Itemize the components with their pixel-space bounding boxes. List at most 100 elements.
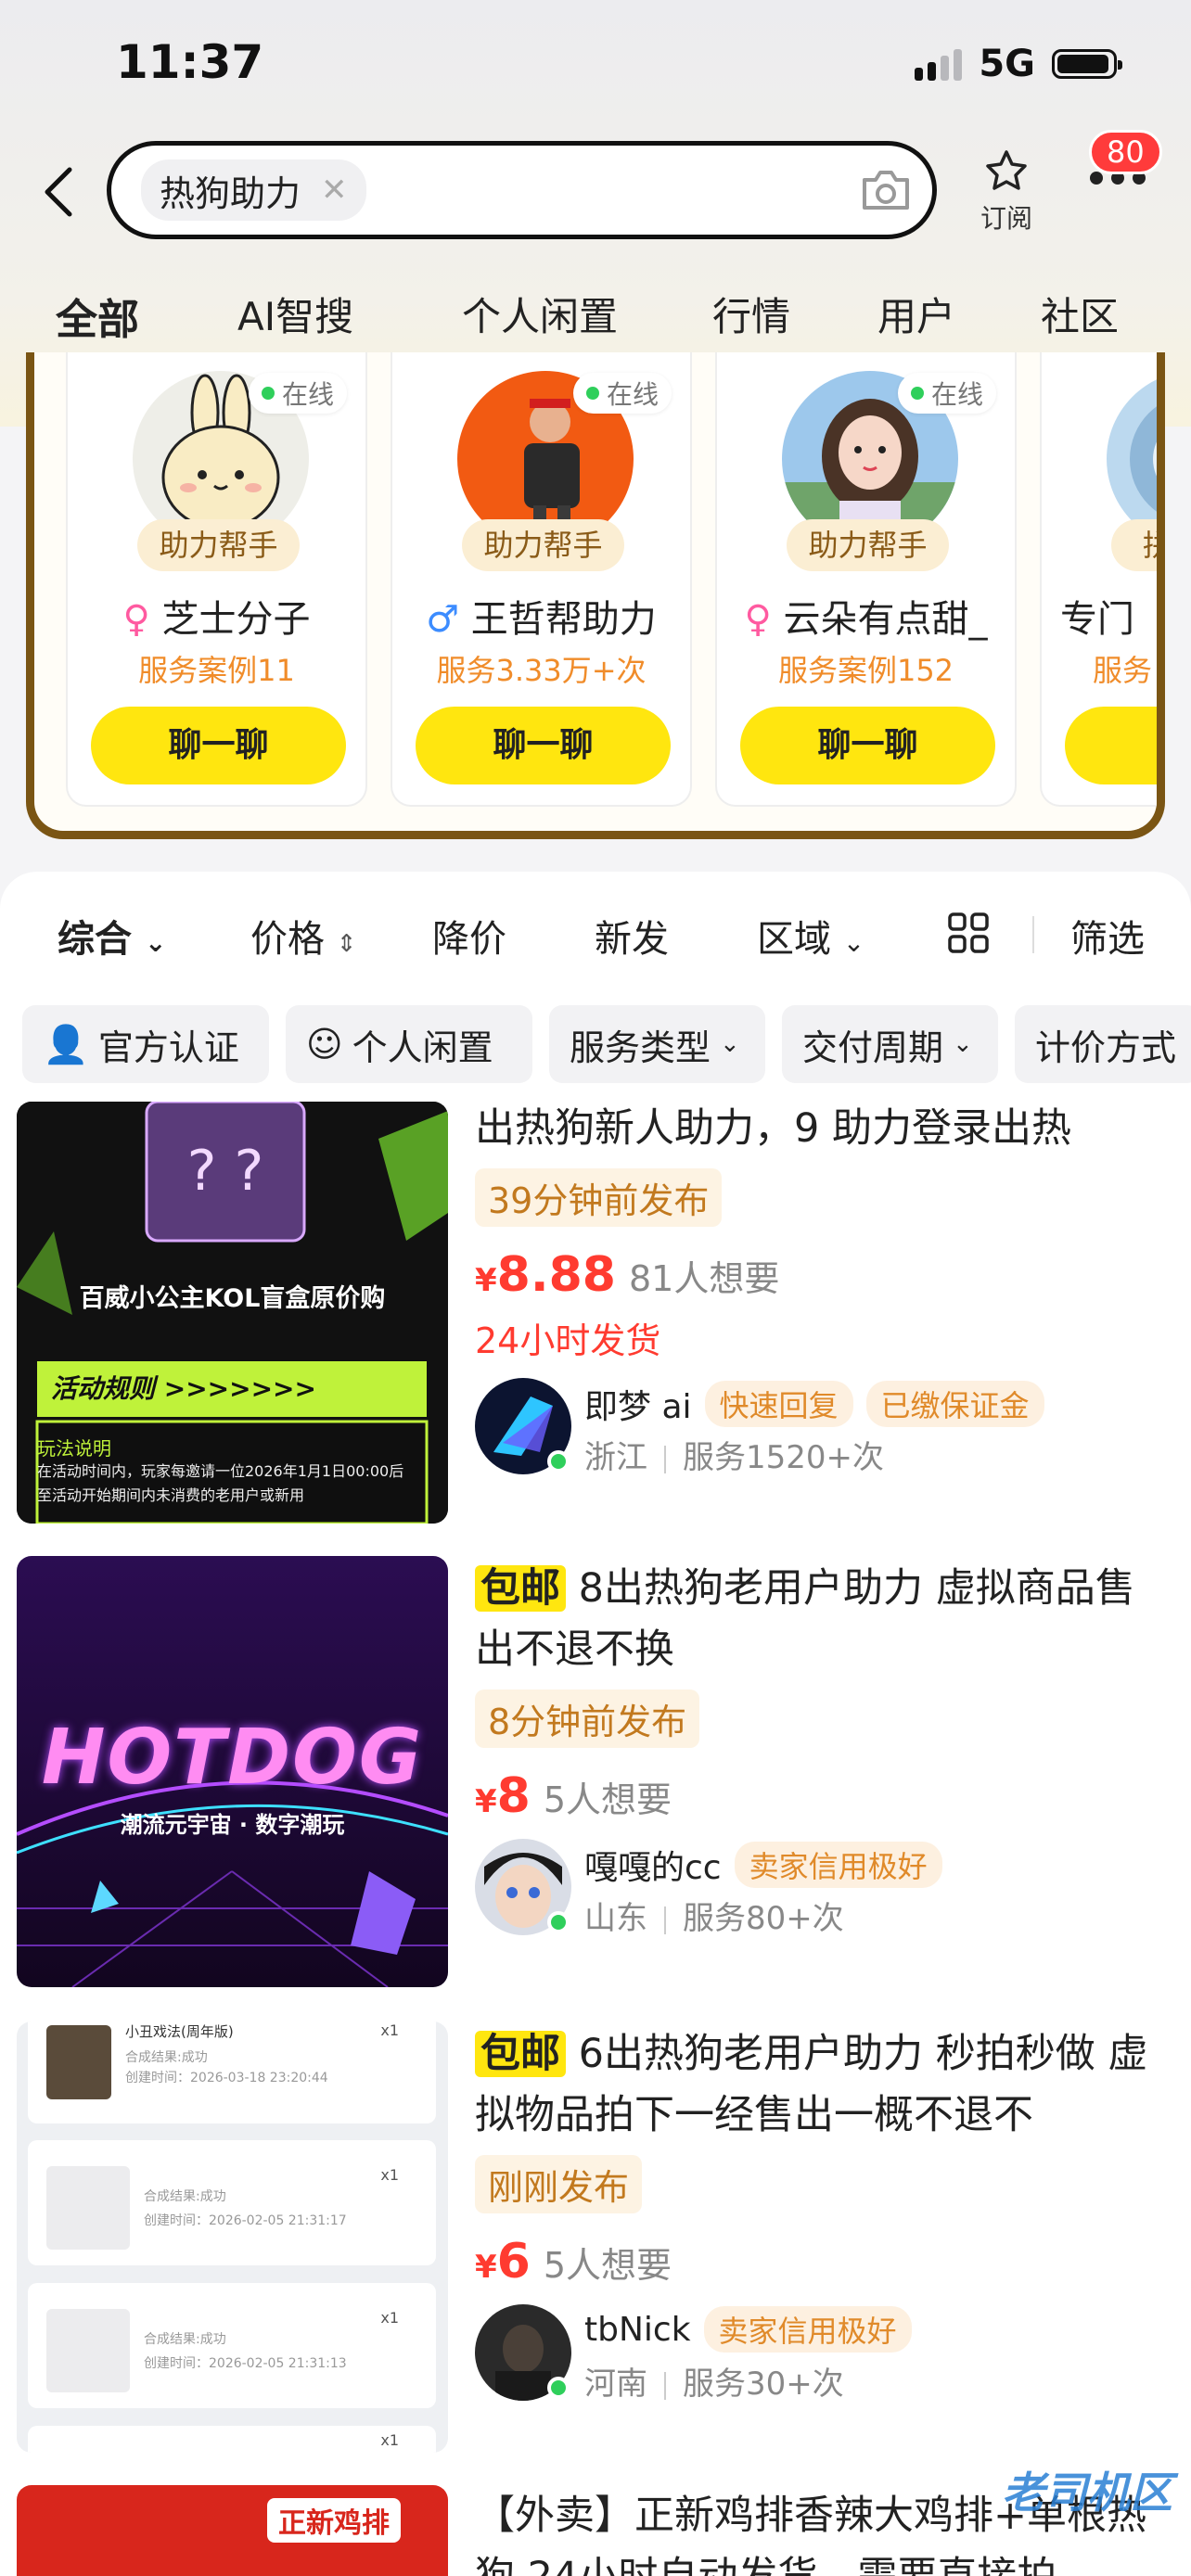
search-box[interactable]: 热狗助力 ✕ [107,141,937,239]
item-info: 出热狗新人助力，9 助力登录出热 39分钟前发布 ¥8.88 81人想要 24小… [475,1102,1171,1480]
sort-price-drop[interactable]: 降价 [432,909,506,963]
filter-pricing-method[interactable]: 计价方式 [1015,1005,1191,1083]
seller-meta: 浙江 服务1520+次 [584,1439,885,1476]
seller-name: 嘎嘎的cc 卖家信用极好 [584,1841,942,1889]
chat-button[interactable]: 聊 [1065,707,1157,784]
search-query-chip[interactable]: 热狗助力 ✕ [141,159,366,221]
online-dot [547,2377,570,2399]
price-row: ¥6 5人想要 [475,2234,1171,2289]
sort-region[interactable]: 区域 ⌄ [757,909,864,963]
divider [1032,916,1034,953]
thumbnail-desc: 玩法说明 [37,1437,111,1460]
helper-card[interactable]: 拼 专门 服务 聊 [1040,352,1157,807]
item-info: 包邮 6出热狗老用户助力 秒拍秒做 虚拟物品拍下一经售出一概不退不 刚刚发布 ¥… [475,2023,1171,2406]
seller-meta: 山东 服务80+次 [584,1900,844,1937]
seller-row[interactable]: 嘎嘎的cc 卖家信用极好 山东 服务80+次 [475,1839,1171,1941]
ghost-icon: ☺ [306,1024,343,1065]
chat-button[interactable]: 聊一聊 [740,707,995,784]
thumbnail-caption: 百威小公主KOL盲盒原价购 [79,1284,386,1313]
seller-tag: 已缴保证金 [865,1381,1044,1427]
seller-row[interactable]: 即梦 ai 快速回复 已缴保证金 浙江 服务1520+次 [475,1378,1171,1480]
price-row: ¥8 5人想要 [475,1768,1171,1824]
subscribe-label: 订阅 [980,203,1032,234]
online-status: 在线 [249,373,348,414]
price: ¥8.88 [475,1247,616,1303]
chevron-left-icon [45,167,72,217]
thumbnail-small: 在活动时间内，玩家每邀请一位2026年1月1日00:00后至活动开始期间内未消费… [37,1462,404,1504]
tab-all[interactable]: 全部 [56,286,140,346]
thumb-row: 小丑戏法(周年版) 合成结果:成功 创建时间：2026-03-18 23:20:… [28,2021,436,2123]
filter-delivery-period[interactable]: 交付周期 ⌄ [782,1005,998,1083]
online-status: 在线 [573,373,672,414]
publish-time: 8分钟前发布 [475,1690,700,1748]
helper-card[interactable]: 在线 助力帮手 ♀ 云朵有点甜_ 服务案例152 聊一聊 [715,352,1017,807]
camera-icon[interactable] [858,162,914,218]
clear-query-icon[interactable]: ✕ [321,172,348,209]
helper-stat: 服务 [1093,653,1153,688]
subscribe-button[interactable]: 订阅 [974,148,1039,236]
sort-price[interactable]: 价格 ⇕ [250,909,357,963]
role-tag: 助力帮手 [787,519,949,571]
seller-meta: 河南 服务30+次 [584,2366,844,2403]
online-dot [547,1911,570,1933]
chevron-down-icon: ⌄ [720,1030,740,1058]
search-tabs: 全部 AI智搜 个人闲置 行情 用户 社区 [0,286,1191,345]
item-info: 包邮 8出热狗老用户助力 虚拟商品售出不退不换 8分钟前发布 ¥8 5人想要 嘎… [475,1558,1171,1941]
seller-name: 即梦 ai 快速回复 已缴保证金 [584,1380,1044,1428]
publish-time: 刚刚发布 [475,2155,643,2213]
helper-stat: 服务案例152 [777,653,954,688]
helper-name: 专门 [1060,598,1134,641]
item-title: 包邮 6出热狗老用户助力 秒拍秒做 虚拟物品拍下一经售出一概不退不 [475,2031,1148,2138]
item-title: 包邮 8出热狗老用户助力 虚拟商品售出不退不换 [475,1565,1135,1673]
filter-official-verified[interactable]: 👤 官方认证 [22,1005,269,1083]
search-query-text: 热狗助力 [160,172,301,214]
tab-users[interactable]: 用户 [877,286,955,342]
chat-button[interactable]: 聊一聊 [91,707,346,784]
online-dot [547,1450,570,1473]
status-icons: 5G [915,43,1122,85]
chevron-down-icon: ⌄ [144,927,167,958]
tab-community[interactable]: 社区 [1041,286,1119,342]
price-row: ¥8.88 81人想要 [475,1247,1171,1303]
helper-card[interactable]: 在线 助力帮手 ♂ 王哲帮助力 服务3.33万+次 聊一聊 [391,352,692,807]
tab-market[interactable]: 行情 [712,286,790,342]
helper-stat: 服务案例11 [138,653,295,688]
thumbnail-logo: HOTDOG [41,1714,424,1802]
sort-newest[interactable]: 新发 [595,909,669,963]
tab-ai-search[interactable]: AI智搜 [237,286,353,342]
filter-service-type[interactable]: 服务类型 ⌄ [549,1005,765,1083]
wants-count: 81人想要 [628,1258,780,1299]
filter-button[interactable]: 筛选 [1070,909,1145,963]
status-time: 11:37 [116,35,264,89]
signal-icon [915,47,963,81]
wants-count: 5人想要 [543,2245,672,2286]
watermark: 老司机区 [1002,2468,1172,2518]
chevron-down-icon: ⌄ [953,1030,973,1058]
helper-stat: 服务3.33万+次 [436,653,647,688]
sort-arrows-icon: ⇕ [336,930,357,958]
verified-user-icon: 👤 [43,1023,89,1066]
female-icon: ♀ [744,598,772,641]
network-label: 5G [979,43,1035,85]
role-tag: 助力帮手 [462,519,624,571]
grid-view-icon[interactable] [948,912,989,963]
item-thumbnail: 小丑戏法(周年版) 合成结果:成功 创建时间：2026-03-18 23:20:… [17,2021,448,2453]
pin-star-icon [986,150,1027,190]
filter-personal-idle[interactable]: ☺ 个人闲置 [286,1005,532,1083]
seller-row[interactable]: tbNick 卖家信用极好 河南 服务30+次 [475,2304,1171,2406]
back-button[interactable] [35,159,82,224]
free-shipping-tag: 包邮 [475,1565,566,1612]
sort-comprehensive[interactable]: 综合 ⌄ [58,909,166,963]
thumbnail-subtitle: 潮流元宇宙 · 数字潮玩 [120,1812,345,1838]
helper-card[interactable]: 在线 助力帮手 ♀ 芝士分子 服务案例11 聊一聊 [66,352,367,807]
chevron-down-icon: ⌄ [842,927,865,958]
tab-personal-idle[interactable]: 个人闲置 [462,286,618,342]
seller-tag: 快速回复 [704,1381,853,1427]
online-status: 在线 [898,373,997,414]
thumb-row: x1 [28,2426,436,2453]
svg-text:? ?: ? ? [187,1139,264,1204]
shipping-info: 24小时发货 [475,1320,661,1361]
chat-button[interactable]: 聊一聊 [416,707,671,784]
role-tag: 拼 [1111,519,1157,571]
seller-name: tbNick 卖家信用极好 [584,2306,912,2353]
